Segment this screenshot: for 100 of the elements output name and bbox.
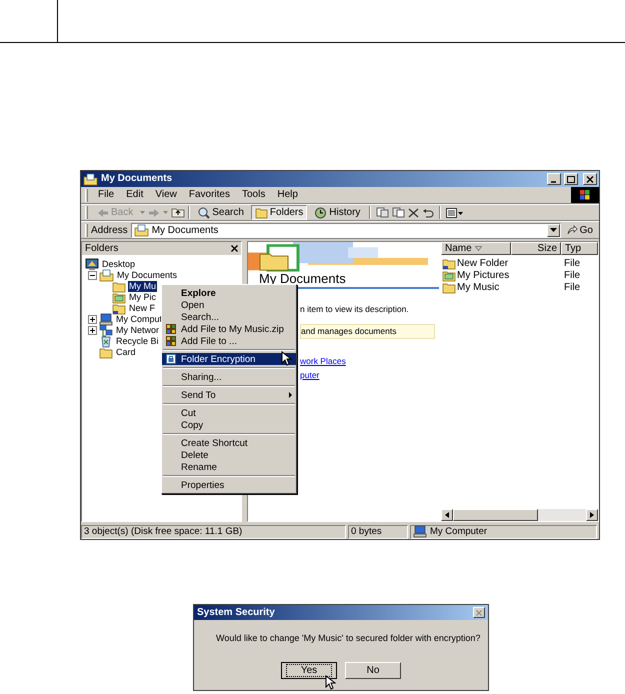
file-name[interactable]: My Music xyxy=(457,280,500,294)
context-menu-item[interactable]: Delete xyxy=(162,449,296,461)
left-arrow-icon xyxy=(445,512,449,518)
archive-icon xyxy=(166,336,176,346)
maximize-button[interactable] xyxy=(564,173,578,185)
file-type: File xyxy=(563,268,580,282)
tree-item[interactable]: Card xyxy=(115,347,137,358)
context-menu-item[interactable]: Folder Encryption xyxy=(162,353,296,365)
address-label: Address xyxy=(91,224,128,238)
context-menu-item[interactable]: Open xyxy=(162,299,296,311)
history-button[interactable]: History xyxy=(310,205,364,220)
menu-item[interactable]: File xyxy=(92,189,120,201)
context-menu-item[interactable]: Properties xyxy=(162,479,296,491)
menu-item[interactable]: View xyxy=(149,189,183,201)
views-icon[interactable] xyxy=(446,208,464,218)
folder-icon xyxy=(442,280,456,294)
context-menu-item[interactable]: Create Shortcut xyxy=(162,437,296,449)
menu-item[interactable]: Edit xyxy=(120,189,150,201)
expand-button[interactable] xyxy=(88,315,97,324)
expand-button[interactable] xyxy=(88,326,97,335)
file-type: File xyxy=(563,280,580,294)
context-menu-item[interactable]: Add File to My Music.zip xyxy=(162,323,296,335)
delete-icon[interactable] xyxy=(408,208,420,218)
scroll-left-button[interactable] xyxy=(441,509,453,521)
documents-folder-icon xyxy=(134,224,149,236)
history-icon xyxy=(314,206,328,218)
copy-to-icon[interactable] xyxy=(392,207,406,218)
column-header[interactable]: Typ xyxy=(561,242,598,255)
go-button[interactable]: Go xyxy=(564,222,596,238)
search-icon xyxy=(197,206,210,218)
tree-item[interactable]: My Pic xyxy=(128,292,157,303)
collapse-button[interactable] xyxy=(88,271,97,280)
lock-folder-icon xyxy=(166,354,176,364)
file-name[interactable]: New Folder xyxy=(457,256,508,270)
menu-item[interactable]: Help xyxy=(271,189,304,201)
address-field[interactable]: My Documents xyxy=(130,222,561,238)
tree-item[interactable]: My Documents xyxy=(116,270,178,281)
pictures-folder-icon xyxy=(112,291,126,304)
context-menu-item[interactable]: Search... xyxy=(162,311,296,323)
tree-item[interactable]: My Mu xyxy=(128,281,157,292)
tree-item[interactable]: New F xyxy=(128,303,156,314)
link[interactable]: puter xyxy=(300,369,320,382)
windows-logo xyxy=(571,187,599,203)
menu-item[interactable]: Tools xyxy=(236,189,272,201)
file-name[interactable]: My Pictures xyxy=(457,268,510,282)
caret-icon xyxy=(550,228,557,232)
archive-icon xyxy=(166,324,176,334)
context-menu-item[interactable]: Cut xyxy=(162,407,296,419)
go-arrow-icon xyxy=(566,225,578,235)
status-panel: My Computer xyxy=(410,524,597,538)
column-header[interactable]: Size xyxy=(511,242,561,255)
close-icon xyxy=(586,176,594,182)
tree-item[interactable]: Desktop xyxy=(101,259,136,270)
menu-item[interactable]: Favorites xyxy=(182,189,236,201)
plus-icon xyxy=(90,317,95,322)
scroll-thumb[interactable] xyxy=(453,509,538,521)
close-icon xyxy=(476,610,482,616)
pictures-folder-icon xyxy=(442,268,456,282)
context-menu-item[interactable]: Rename xyxy=(162,461,296,473)
context-menu-item[interactable]: Sharing... xyxy=(162,371,296,383)
tree-item[interactable]: Recycle Bi xyxy=(115,336,160,347)
column-header[interactable]: Name xyxy=(441,242,511,255)
folders-button[interactable]: Folders xyxy=(250,205,308,220)
sort-icon xyxy=(474,246,482,251)
up-folder-icon[interactable] xyxy=(171,207,186,218)
scroll-right-button[interactable] xyxy=(586,509,598,521)
dropdown-button[interactable] xyxy=(546,224,560,236)
dialog-title: System Security xyxy=(197,606,276,620)
close-button[interactable] xyxy=(473,607,485,618)
plus-icon xyxy=(90,328,95,333)
horizontal-scrollbar[interactable] xyxy=(441,509,598,521)
context-menu-item[interactable]: Send To xyxy=(162,389,296,401)
close-icon[interactable] xyxy=(231,245,238,252)
search-button[interactable]: Search xyxy=(193,205,248,220)
link[interactable]: work Places xyxy=(300,354,346,368)
dialog-button[interactable]: Yes xyxy=(281,662,337,679)
status-panel: 0 bytes xyxy=(348,524,408,538)
dialog-button[interactable]: No xyxy=(345,662,401,679)
context-menu-item[interactable]: Explore xyxy=(162,287,296,299)
tree-item[interactable]: My Comput xyxy=(115,314,164,325)
info-text: and manages documents xyxy=(300,324,435,338)
folder-icon xyxy=(442,256,456,270)
maximize-icon xyxy=(567,176,575,182)
status-panel: 3 object(s) (Disk free space: 11.1 GB) xyxy=(81,524,346,538)
close-button[interactable] xyxy=(583,173,597,185)
mouse-cursor-icon xyxy=(281,351,292,366)
folder-icon xyxy=(99,346,113,359)
move-to-icon[interactable] xyxy=(376,207,390,218)
dialog-message: Would like to change 'My Music' to secured folder with encryption? xyxy=(216,632,480,646)
context-menu-item[interactable]: Copy xyxy=(162,419,296,431)
undo-icon[interactable] xyxy=(422,208,434,218)
file-type: File xyxy=(563,256,580,270)
context-menu-item[interactable]: Add File to ... xyxy=(162,335,296,347)
back-arrow-icon xyxy=(97,208,109,218)
submenu-arrow-icon xyxy=(289,392,292,398)
web-view-heading: My Documents xyxy=(258,272,347,286)
tree-item[interactable]: My Networ xyxy=(115,325,160,336)
recycle-bin-icon xyxy=(99,335,113,348)
minimize-button[interactable] xyxy=(547,173,561,185)
mouse-cursor-icon xyxy=(325,675,336,690)
